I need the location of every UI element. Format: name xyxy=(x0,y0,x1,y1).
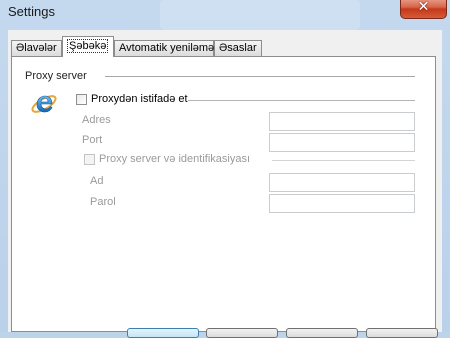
address-field[interactable] xyxy=(269,112,415,131)
port-field[interactable] xyxy=(269,133,415,152)
apply-button[interactable] xyxy=(286,328,358,338)
tab-network-label: Şəbəkə xyxy=(67,39,109,53)
tab-network[interactable]: Şəbəkə xyxy=(62,36,114,57)
proxy-section-divider xyxy=(105,76,415,77)
password-field[interactable] xyxy=(269,194,415,213)
window-title: Settings xyxy=(8,4,55,19)
port-label: Port xyxy=(82,134,103,146)
use-proxy-checkbox[interactable] xyxy=(76,94,87,105)
settings-window: Settings ✕ Əlavələr Şəbəkə Avtomatik yen… xyxy=(0,0,450,338)
use-proxy-divider xyxy=(188,100,415,101)
close-button[interactable]: ✕ xyxy=(400,0,447,19)
tab-addons-label: Əlavələr xyxy=(16,42,57,54)
tab-auto-update[interactable]: Avtomatik yeniləmə xyxy=(114,40,214,56)
dialog-client-area: Əlavələr Şəbəkə Avtomatik yeniləmə Əsasl… xyxy=(8,30,442,332)
address-label: Adres xyxy=(82,114,111,126)
proxy-section-label: Proxy server xyxy=(25,70,87,82)
close-icon: ✕ xyxy=(417,0,430,15)
password-label: Parol xyxy=(90,196,116,208)
username-label: Ad xyxy=(90,175,104,187)
tab-addons[interactable]: Əlavələr xyxy=(11,40,62,56)
internet-explorer-icon xyxy=(31,95,57,113)
use-proxy-label: Proxydən istifadə et xyxy=(91,93,188,105)
tab-basics[interactable]: Əsaslar xyxy=(214,40,262,56)
proxy-auth-checkbox[interactable] xyxy=(84,154,95,165)
cancel-button[interactable] xyxy=(206,328,278,338)
help-button[interactable] xyxy=(366,328,438,338)
proxy-auth-divider xyxy=(272,160,415,161)
username-field[interactable] xyxy=(269,173,415,192)
ok-button[interactable] xyxy=(127,328,199,338)
background-window-highlight xyxy=(160,0,360,30)
tab-basics-label: Əsaslar xyxy=(219,42,257,54)
tab-auto-update-label: Avtomatik yeniləmə xyxy=(119,42,215,54)
proxy-auth-label: Proxy server və identifikasiyası xyxy=(99,153,250,165)
